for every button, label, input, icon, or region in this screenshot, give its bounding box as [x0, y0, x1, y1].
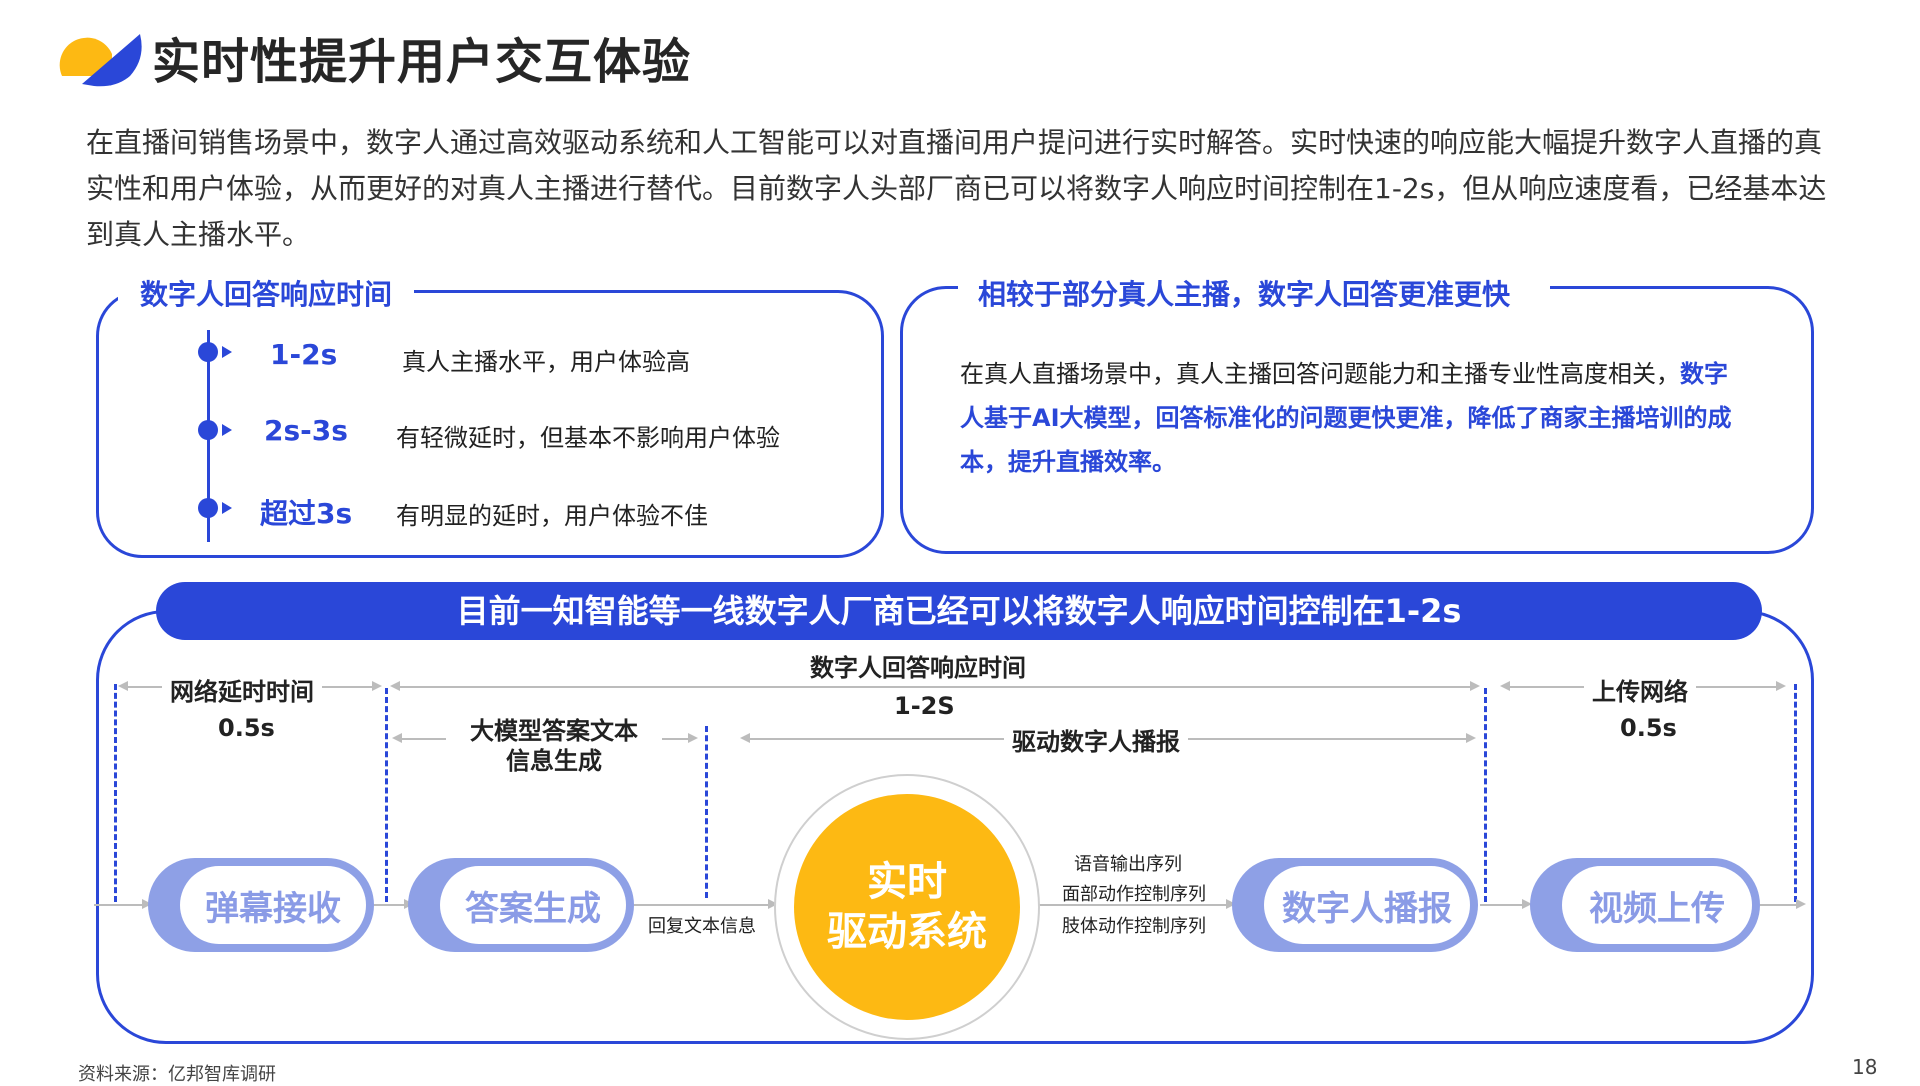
arrow-right-icon	[1776, 681, 1786, 691]
timeline-dot	[198, 498, 218, 518]
span-arrow-line	[394, 686, 1476, 688]
comparison-panel-title: 相较于部分真人主播，数字人回答更准更快	[958, 273, 1551, 313]
response-time-value: 1-2S	[886, 692, 963, 720]
arrow-right-icon	[1796, 899, 1806, 909]
network-delay-label: 网络延时时间	[162, 672, 322, 707]
arrow-right-icon	[1470, 681, 1480, 691]
output-sequence-label: 语音输出序列	[1074, 854, 1182, 875]
intro-paragraph: 在直播间销售场景中，数字人通过高效驱动系统和人工智能可以对直播间用户提问进行实时…	[86, 126, 1827, 251]
step-answer-generate: 答案生成	[408, 858, 634, 952]
timeline-dot	[198, 342, 218, 362]
timeline-label: 2s-3s	[264, 414, 348, 447]
output-sequence-label: 肢体动作控制序列	[1062, 916, 1206, 937]
step-digital-human-broadcast: 数字人播报	[1232, 858, 1478, 952]
flow-arrow-line	[94, 904, 144, 906]
arrow-left-icon	[392, 733, 402, 743]
timeline-arrow-icon	[222, 502, 232, 514]
timeline-dot	[198, 420, 218, 440]
realtime-drive-system: 实时 驱动系统	[774, 774, 1040, 1040]
comparison-text: 在真人直播场景中，真人主播回答问题能力和主播专业性高度相关，数字人基于AI大模型…	[960, 352, 1750, 484]
divider-dashed	[705, 726, 708, 898]
divider-dashed	[1794, 684, 1797, 902]
arrow-left-icon	[1500, 681, 1510, 691]
timeline-desc: 有轻微延时，但基本不影响用户体验	[396, 424, 780, 452]
upload-network-label: 上传网络	[1584, 672, 1696, 707]
page-title: 实时性提升用户交互体验	[152, 34, 692, 90]
divider-dashed	[385, 688, 388, 902]
process-banner: 目前一知智能等一线数字人厂商已经可以将数字人响应时间控制在1-2s	[156, 582, 1762, 640]
step-label: 答案生成	[440, 866, 626, 944]
timeline-desc: 有明显的延时，用户体验不佳	[396, 502, 708, 530]
arrow-right-icon	[688, 733, 698, 743]
step-video-upload: 视频上传	[1530, 858, 1760, 952]
timeline-arrow-icon	[222, 346, 232, 358]
response-time-label: 数字人回答响应时间	[802, 648, 1034, 683]
step-label: 弹幕接收	[180, 866, 366, 944]
flow-arrow-line	[374, 904, 408, 906]
divider-dashed	[114, 684, 117, 902]
flow-arrow-line	[634, 904, 770, 906]
realtime-drive-system-label: 实时 驱动系统	[794, 794, 1020, 1020]
logo-icon	[59, 34, 142, 87]
llm-generation-label: 大模型答案文本 信息生成	[446, 716, 662, 776]
step-label: 视频上传	[1562, 866, 1752, 944]
arrow-left-icon	[118, 681, 128, 691]
arrow-right-icon	[1466, 733, 1476, 743]
timeline-label: 1-2s	[270, 338, 338, 371]
divider-dashed	[1484, 688, 1487, 902]
flow-arrow-line	[1480, 904, 1526, 906]
response-time-panel-title: 数字人回答响应时间	[118, 273, 415, 313]
flow-arrow-line	[1760, 904, 1800, 906]
timeline-label: 超过3s	[260, 497, 353, 530]
arrow-left-icon	[390, 681, 400, 691]
output-sequence-label: 面部动作控制序列	[1062, 884, 1206, 905]
comparison-text-normal: 在真人直播场景中，真人主播回答问题能力和主播专业性高度相关，	[960, 360, 1680, 388]
step-label: 数字人播报	[1264, 866, 1470, 944]
arrow-right-icon	[372, 681, 382, 691]
arrow-left-icon	[740, 733, 750, 743]
timeline-desc: 真人主播水平，用户体验高	[402, 348, 690, 376]
page-number: 18	[1852, 1055, 1878, 1079]
drive-broadcast-label: 驱动数字人播报	[1004, 722, 1188, 757]
upload-network-value: 0.5s	[1612, 714, 1685, 742]
network-delay-value: 0.5s	[210, 714, 283, 742]
reply-text-label: 回复文本信息	[648, 916, 756, 937]
source-note: 资料来源：亿邦智库调研	[78, 1064, 276, 1085]
timeline-arrow-icon	[222, 424, 232, 436]
step-barrage-receive: 弹幕接收	[148, 858, 374, 952]
